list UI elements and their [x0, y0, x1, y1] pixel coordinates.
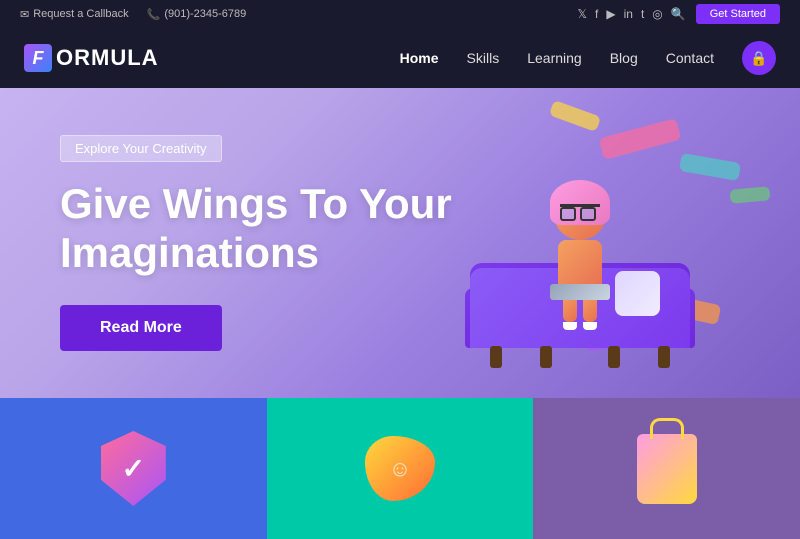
navbar: F ORMULA Home Skills Learning Blog Conta…: [0, 28, 800, 88]
phone-number: (901)-2345-6789: [164, 8, 246, 20]
callback-link[interactable]: ✉ Request a Callback: [20, 8, 129, 21]
card-shield[interactable]: [0, 398, 267, 539]
phone-link[interactable]: 📞 (901)-2345-6789: [147, 8, 247, 21]
logo-text: ORMULA: [56, 45, 159, 71]
hero-title-line1: Give Wings To Your: [60, 180, 452, 227]
nav-skills[interactable]: Skills: [467, 50, 500, 66]
blob-icon: [365, 436, 435, 501]
bag-icon: [637, 434, 697, 504]
cards-section: [0, 398, 800, 539]
card-blob[interactable]: [267, 398, 534, 539]
logo-f-letter: F: [24, 44, 52, 72]
hero-title-line2: Imaginations: [60, 229, 319, 276]
hero-content: Explore Your Creativity Give Wings To Yo…: [0, 135, 800, 351]
nav-learning[interactable]: Learning: [527, 50, 582, 66]
hero-badge: Explore Your Creativity: [60, 135, 222, 162]
callback-label: Request a Callback: [33, 8, 128, 20]
facebook-icon[interactable]: f: [595, 7, 598, 21]
envelope-icon: ✉: [20, 8, 29, 21]
instagram-icon[interactable]: ◎: [652, 7, 662, 21]
hero-title: Give Wings To Your Imaginations: [60, 180, 800, 277]
get-started-button[interactable]: Get Started: [696, 4, 780, 24]
nav-links: Home Skills Learning Blog Contact 🔒: [400, 41, 776, 75]
nav-blog[interactable]: Blog: [610, 50, 638, 66]
read-more-button[interactable]: Read More: [60, 305, 222, 351]
phone-icon: 📞: [147, 8, 161, 21]
twitter-icon[interactable]: 𝕏: [577, 7, 587, 21]
tumblr-icon[interactable]: t: [641, 7, 644, 21]
linkedin-icon[interactable]: in: [624, 7, 633, 21]
nav-contact[interactable]: Contact: [666, 50, 714, 66]
nav-home[interactable]: Home: [400, 50, 439, 66]
logo: F ORMULA: [24, 44, 159, 72]
top-bar-right: 𝕏 f ▶ in t ◎ 🔍 Get Started: [577, 4, 780, 24]
card-bag[interactable]: [533, 398, 800, 539]
cart-icon[interactable]: 🔒: [742, 41, 776, 75]
social-icons: 𝕏 f ▶ in t ◎ 🔍: [577, 7, 685, 21]
shield-icon: [101, 431, 166, 506]
hero-section: Explore Your Creativity Give Wings To Yo…: [0, 88, 800, 398]
search-icon[interactable]: 🔍: [671, 7, 686, 21]
top-bar: ✉ Request a Callback 📞 (901)-2345-6789 𝕏…: [0, 0, 800, 28]
top-bar-left: ✉ Request a Callback 📞 (901)-2345-6789: [20, 8, 246, 21]
youtube-icon[interactable]: ▶: [606, 7, 615, 21]
